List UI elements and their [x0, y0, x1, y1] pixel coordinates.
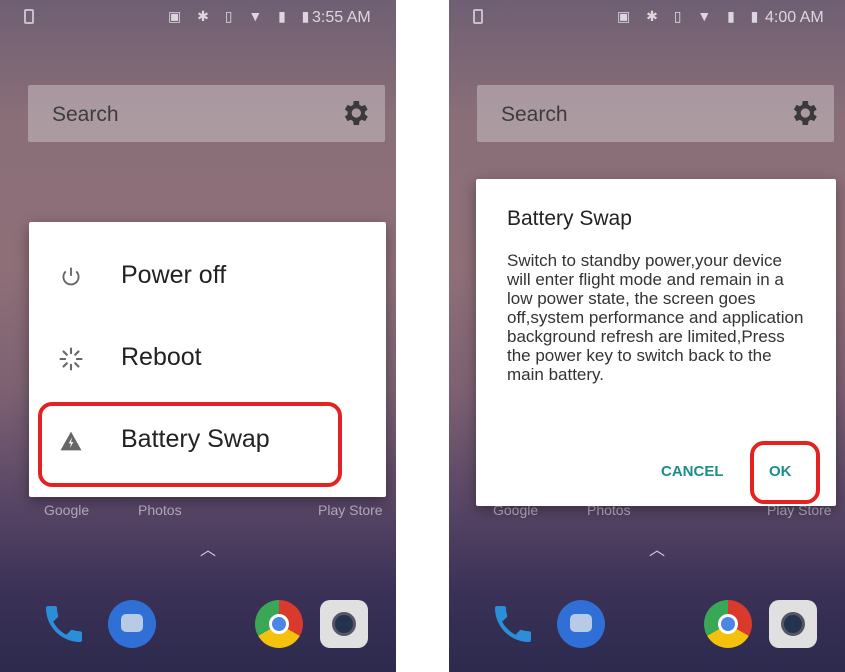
phone-app-icon[interactable]: [489, 600, 537, 648]
status-icons: ▣ ✱ ▯ ▼ ▮ ▮: [168, 8, 316, 24]
search-bar[interactable]: Search: [477, 85, 834, 142]
search-label: Search: [501, 103, 568, 126]
chevron-up-icon[interactable]: ︿: [200, 536, 216, 560]
status-icons: ▣ ✱ ▯ ▼ ▮ ▮: [617, 8, 765, 24]
app-label-play-store: Play Store: [318, 502, 383, 518]
status-bar: ▣ ✱ ▯ ▼ ▮ ▮ 3:55 AM: [0, 0, 396, 34]
dialog-message: Switch to standby power,your device will…: [507, 251, 804, 384]
menu-item-label: Power off: [121, 261, 227, 289]
gear-icon[interactable]: [788, 97, 820, 129]
messages-app-icon[interactable]: [108, 600, 156, 648]
menu-item-power-off[interactable]: Power off: [29, 237, 386, 317]
menu-item-label: Reboot: [121, 343, 202, 371]
chrome-app-icon[interactable]: [704, 600, 752, 648]
sim-icon: [24, 9, 34, 24]
power-icon: [62, 267, 80, 286]
status-bar: ▣ ✱ ▯ ▼ ▮ ▮ 4:00 AM: [449, 0, 845, 34]
chevron-up-icon[interactable]: ︿: [649, 536, 665, 560]
phone-app-icon[interactable]: [40, 600, 88, 648]
phone-screen-left: ▣ ✱ ▯ ▼ ▮ ▮ 3:55 AM Search Google Photos…: [0, 0, 396, 672]
chrome-app-icon[interactable]: [255, 600, 303, 648]
camera-app-icon[interactable]: [769, 600, 817, 648]
status-time: 3:55 AM: [312, 9, 371, 26]
highlight-box-battery-swap: [38, 402, 342, 487]
gear-icon[interactable]: [339, 97, 371, 129]
camera-app-icon[interactable]: [320, 600, 368, 648]
menu-item-reboot[interactable]: Reboot: [29, 319, 386, 399]
dialog-title: Battery Swap: [507, 207, 632, 230]
reboot-icon: [59, 347, 83, 371]
sim-icon: [473, 9, 483, 24]
app-label-google: Google: [44, 502, 90, 518]
app-label-photos: Photos: [138, 502, 182, 518]
status-time: 4:00 AM: [765, 9, 824, 26]
search-label: Search: [52, 103, 119, 126]
search-bar[interactable]: Search: [28, 85, 385, 142]
highlight-box-ok: [750, 441, 820, 504]
cancel-button[interactable]: CANCEL: [661, 463, 724, 480]
messages-app-icon[interactable]: [557, 600, 605, 648]
